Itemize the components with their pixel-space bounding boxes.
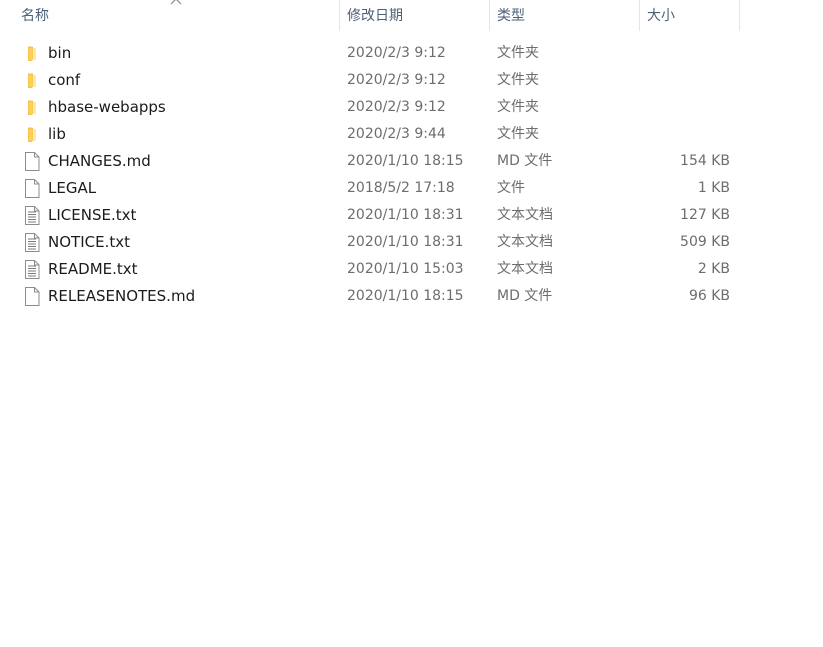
file-row[interactable]: README.txt 2020/1/10 15:03 文本文档 2 KB [0, 256, 823, 283]
file-size [640, 121, 730, 148]
file-row[interactable]: LICENSE.txt 2020/1/10 18:31 文本文档 127 KB [0, 202, 823, 229]
file-type: 文件夹 [497, 45, 539, 61]
text-file-icon [24, 206, 40, 225]
file-size: 1 KB [697, 180, 730, 196]
file-size: 509 KB [680, 234, 730, 250]
folder-icon [24, 44, 40, 63]
file-date-modified: 2020/2/3 9:44 [347, 126, 446, 142]
file-row[interactable]: conf 2020/2/3 9:12 文件夹 [0, 67, 823, 94]
file-name: bin [48, 44, 72, 62]
file-date-modified: 2020/2/3 9:12 [347, 72, 446, 88]
file-size [640, 40, 730, 67]
column-divider[interactable] [739, 0, 740, 31]
column-header-date[interactable]: 修改日期 [339, 0, 489, 33]
file-date-modified: 2020/2/3 9:12 [347, 45, 446, 61]
column-header-bar: 名称 修改日期 类型 大小 [0, 0, 823, 33]
file-type: 文件夹 [497, 126, 539, 142]
file-name: LEGAL [48, 179, 97, 197]
blank-file-icon [24, 179, 40, 198]
text-file-icon [24, 260, 40, 279]
column-header-type[interactable]: 类型 [489, 0, 639, 33]
file-type: 文件夹 [497, 99, 539, 115]
file-name: LICENSE.txt [48, 206, 137, 224]
file-date-modified: 2020/1/10 18:31 [347, 234, 464, 250]
blank-file-icon [24, 152, 40, 171]
file-type: MD 文件 [497, 153, 553, 169]
file-row[interactable]: RELEASENOTES.md 2020/1/10 18:15 MD 文件 96 KB [0, 283, 823, 310]
column-header-name[interactable]: 名称 [13, 0, 339, 33]
file-date-modified: 2018/5/2 17:18 [347, 180, 455, 196]
file-name: README.txt [48, 260, 138, 278]
file-list: bin 2020/2/3 9:12 文件夹 conf 2020/2/3 9:12 文件夹 h… [0, 40, 823, 310]
file-size: 2 KB [697, 261, 730, 277]
file-date-modified: 2020/2/3 9:12 [347, 99, 446, 115]
file-row[interactable]: NOTICE.txt 2020/1/10 18:31 文本文档 509 KB [0, 229, 823, 256]
folder-icon [24, 98, 40, 117]
file-size: 154 KB [680, 153, 730, 169]
file-type: 文本文档 [497, 261, 553, 277]
file-date-modified: 2020/1/10 18:15 [347, 153, 464, 169]
file-size: 127 KB [680, 207, 730, 223]
file-type: 文件夹 [497, 72, 539, 88]
file-name: hbase-webapps [48, 98, 166, 116]
file-size: 96 KB [688, 288, 730, 304]
file-date-modified: 2020/1/10 15:03 [347, 261, 464, 277]
file-row[interactable]: lib 2020/2/3 9:44 文件夹 [0, 121, 823, 148]
file-name: NOTICE.txt [48, 233, 130, 251]
column-header-size[interactable]: 大小 [639, 0, 739, 33]
file-name: conf [48, 71, 81, 89]
file-name: lib [48, 125, 66, 143]
file-explorer-list: 名称 修改日期 类型 大小 bin 2020/2/3 9:12 文件夹 conf 202… [0, 0, 823, 647]
blank-file-icon [24, 287, 40, 306]
file-date-modified: 2020/1/10 18:15 [347, 288, 464, 304]
file-size [640, 67, 730, 94]
file-date-modified: 2020/1/10 18:31 [347, 207, 464, 223]
file-type: 文本文档 [497, 234, 553, 250]
folder-icon [24, 125, 40, 144]
file-name: CHANGES.md [48, 152, 151, 170]
text-file-icon [24, 233, 40, 252]
file-row[interactable]: LEGAL 2018/5/2 17:18 文件 1 KB [0, 175, 823, 202]
file-name: RELEASENOTES.md [48, 287, 196, 305]
file-type: MD 文件 [497, 288, 553, 304]
file-size [640, 94, 730, 121]
file-row[interactable]: bin 2020/2/3 9:12 文件夹 [0, 40, 823, 67]
file-type: 文件 [497, 180, 525, 196]
folder-icon [24, 71, 40, 90]
file-row[interactable]: hbase-webapps 2020/2/3 9:12 文件夹 [0, 94, 823, 121]
file-row[interactable]: CHANGES.md 2020/1/10 18:15 MD 文件 154 KB [0, 148, 823, 175]
file-type: 文本文档 [497, 207, 553, 223]
